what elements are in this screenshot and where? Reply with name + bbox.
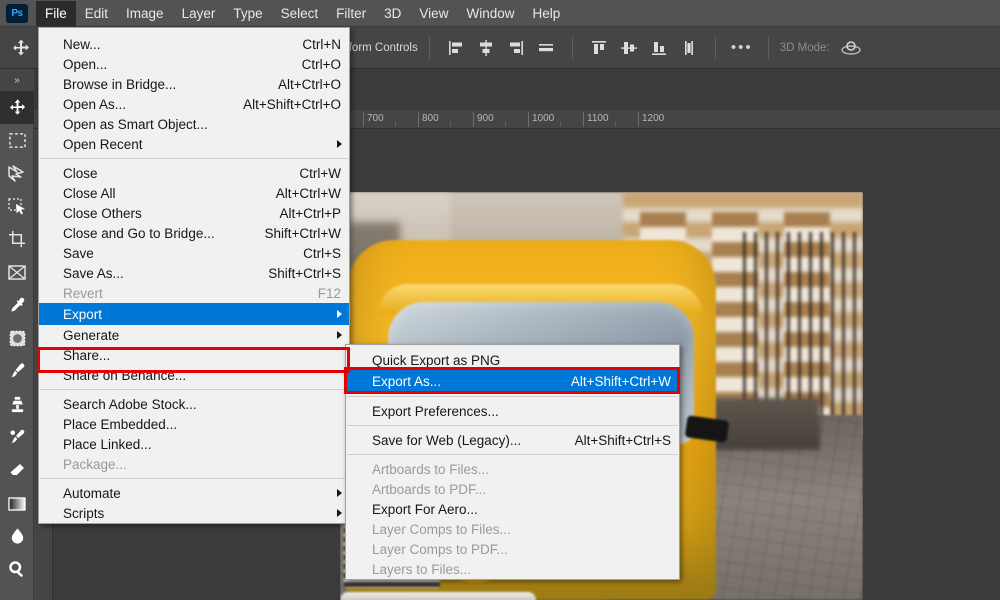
menu-item-close[interactable]: Close Ctrl+W bbox=[39, 163, 349, 183]
ruler-tick: 900 bbox=[473, 112, 494, 127]
menu-item-place-linked[interactable]: Place Linked... bbox=[39, 434, 349, 454]
photoshop-logo-text: Ps bbox=[11, 7, 23, 19]
menu-item-quick-export-as-png[interactable]: Quick Export as PNG bbox=[346, 350, 679, 370]
ruler-tick: 1000 bbox=[528, 112, 554, 127]
ruler-tick: 700 bbox=[363, 112, 384, 127]
menu-item-save[interactable]: Save Ctrl+S bbox=[39, 243, 349, 263]
tool-lasso[interactable] bbox=[0, 157, 34, 190]
chevron-right-icon bbox=[337, 310, 342, 318]
file-dropdown-menu[interactable]: New... Ctrl+N Open... Ctrl+O Browse in B… bbox=[38, 27, 350, 524]
menu-item-automate[interactable]: Automate bbox=[39, 483, 349, 503]
align-left-edges-icon[interactable] bbox=[443, 35, 469, 61]
align-bottom-edges-icon[interactable] bbox=[646, 35, 672, 61]
chevron-right-icon bbox=[337, 509, 342, 517]
chevron-right-icon bbox=[337, 140, 342, 148]
distribute-vertical-icon[interactable] bbox=[676, 35, 702, 61]
tool-dodge[interactable] bbox=[0, 553, 34, 586]
menubar-item-help[interactable]: Help bbox=[523, 1, 569, 26]
menubar-item-window[interactable]: Window bbox=[457, 1, 523, 26]
tools-panel: » bbox=[0, 69, 34, 600]
menu-separator bbox=[347, 396, 678, 397]
menubar-item-view[interactable]: View bbox=[410, 1, 457, 26]
options-divider bbox=[767, 35, 769, 60]
menu-item-artboards-to-files: Artboards to Files... bbox=[372, 461, 490, 477]
tool-blur[interactable] bbox=[0, 520, 34, 553]
tool-rectangular-marquee[interactable] bbox=[0, 124, 34, 157]
move-tool-icon[interactable] bbox=[4, 33, 38, 63]
menu-item-open-as-smart-object[interactable]: Open as Smart Object... bbox=[39, 114, 349, 134]
menu-separator bbox=[40, 158, 348, 159]
tool-eraser[interactable] bbox=[0, 454, 34, 487]
tool-brush[interactable] bbox=[0, 355, 34, 388]
menu-item-new[interactable]: New... Ctrl+N bbox=[39, 34, 349, 54]
menu-item-close-others[interactable]: Close Others Alt+Ctrl+P bbox=[39, 203, 349, 223]
tool-move[interactable] bbox=[0, 91, 34, 124]
tool-frame[interactable] bbox=[0, 256, 34, 289]
menu-item-close-and-go-to-bridge[interactable]: Close and Go to Bridge... Shift+Ctrl+W bbox=[39, 223, 349, 243]
menubar-item-edit[interactable]: Edit bbox=[76, 1, 117, 26]
menu-item-export-preferences[interactable]: Export Preferences... bbox=[346, 401, 679, 421]
menu-item-export[interactable]: Export bbox=[39, 303, 349, 325]
menubar-item-layer[interactable]: Layer bbox=[173, 1, 225, 26]
ruler-tick: 800 bbox=[418, 112, 439, 127]
menu-item-revert: Revert F12 bbox=[63, 285, 341, 301]
align-horizontal-centers-icon[interactable] bbox=[473, 35, 499, 61]
tool-clone-stamp[interactable] bbox=[0, 388, 34, 421]
menubar-item-3d[interactable]: 3D bbox=[375, 1, 410, 26]
tool-eyedropper[interactable] bbox=[0, 289, 34, 322]
tool-history-brush[interactable] bbox=[0, 421, 34, 454]
more-options-icon[interactable]: ••• bbox=[729, 35, 755, 61]
menu-item-search-adobe-stock[interactable]: Search Adobe Stock... bbox=[39, 394, 349, 414]
menu-item-open-as[interactable]: Open As... Alt+Shift+Ctrl+O bbox=[39, 94, 349, 114]
align-right-edges-icon[interactable] bbox=[503, 35, 529, 61]
menubar-item-select[interactable]: Select bbox=[272, 1, 328, 26]
menu-item-open-recent[interactable]: Open Recent bbox=[39, 134, 349, 154]
menubar-item-filter[interactable]: Filter bbox=[327, 1, 375, 26]
menu-item-layers-to-files: Layers to Files... bbox=[372, 561, 472, 577]
menu-item-place-embedded[interactable]: Place Embedded... bbox=[39, 414, 349, 434]
menu-item-share[interactable]: Share... bbox=[39, 345, 349, 365]
tool-spot-healing-brush[interactable] bbox=[0, 322, 34, 355]
menu-separator bbox=[347, 454, 678, 455]
menu-item-save-for-web-legacy[interactable]: Save for Web (Legacy)... Alt+Shift+Ctrl+… bbox=[346, 430, 679, 450]
menubar-item-file[interactable]: File bbox=[36, 0, 76, 26]
menu-item-export-for-aero[interactable]: Export For Aero... bbox=[346, 499, 679, 519]
chevron-right-icon bbox=[337, 331, 342, 339]
align-top-edges-icon[interactable] bbox=[586, 35, 612, 61]
menu-item-browse-in-bridge[interactable]: Browse in Bridge... Alt+Ctrl+O bbox=[39, 74, 349, 94]
3d-mode-label: 3D Mode: bbox=[779, 41, 830, 54]
menu-item-share-on-behance[interactable]: Share on Behance... bbox=[39, 365, 349, 385]
menubar-item-type[interactable]: Type bbox=[224, 1, 271, 26]
menu-bar: Ps File Edit Image Layer Type Select Fil… bbox=[0, 0, 1000, 27]
menu-item-scripts[interactable]: Scripts bbox=[39, 503, 349, 523]
menu-item-layer-comps-to-pdf: Layer Comps to PDF... bbox=[372, 541, 508, 557]
menu-item-artboards-to-pdf: Artboards to PDF... bbox=[372, 481, 487, 497]
tool-gradient[interactable] bbox=[0, 487, 34, 520]
menu-item-open[interactable]: Open... Ctrl+O bbox=[39, 54, 349, 74]
menu-item-layer-comps-to-files: Layer Comps to Files... bbox=[372, 521, 511, 537]
collapse-tools-button[interactable]: » bbox=[0, 69, 34, 91]
align-vertical-centers-icon[interactable] bbox=[616, 35, 642, 61]
photoshop-logo-icon: Ps bbox=[6, 3, 28, 23]
chevron-right-icon bbox=[337, 489, 342, 497]
menu-separator bbox=[347, 425, 678, 426]
align-top-edges-icon[interactable] bbox=[533, 35, 559, 61]
options-divider bbox=[571, 35, 573, 60]
options-divider bbox=[428, 35, 430, 60]
menu-item-export-as[interactable]: Export As... Alt+Shift+Ctrl+W bbox=[346, 370, 679, 392]
menu-item-generate[interactable]: Generate bbox=[39, 325, 349, 345]
options-divider bbox=[714, 35, 716, 60]
export-submenu[interactable]: Quick Export as PNG Export As... Alt+Shi… bbox=[345, 344, 680, 580]
menu-item-close-all[interactable]: Close All Alt+Ctrl+W bbox=[39, 183, 349, 203]
orbit-3d-icon[interactable] bbox=[838, 35, 864, 61]
menu-item-save-as[interactable]: Save As... Shift+Ctrl+S bbox=[39, 263, 349, 283]
tool-crop[interactable] bbox=[0, 223, 34, 256]
ruler-tick: 1100 bbox=[583, 112, 609, 127]
menu-item-package: Package... bbox=[63, 456, 127, 472]
ruler-tick: 1200 bbox=[638, 112, 664, 127]
menu-separator bbox=[40, 478, 348, 479]
menu-separator bbox=[40, 389, 348, 390]
tool-quick-selection[interactable] bbox=[0, 190, 34, 223]
menubar-item-image[interactable]: Image bbox=[117, 1, 173, 26]
